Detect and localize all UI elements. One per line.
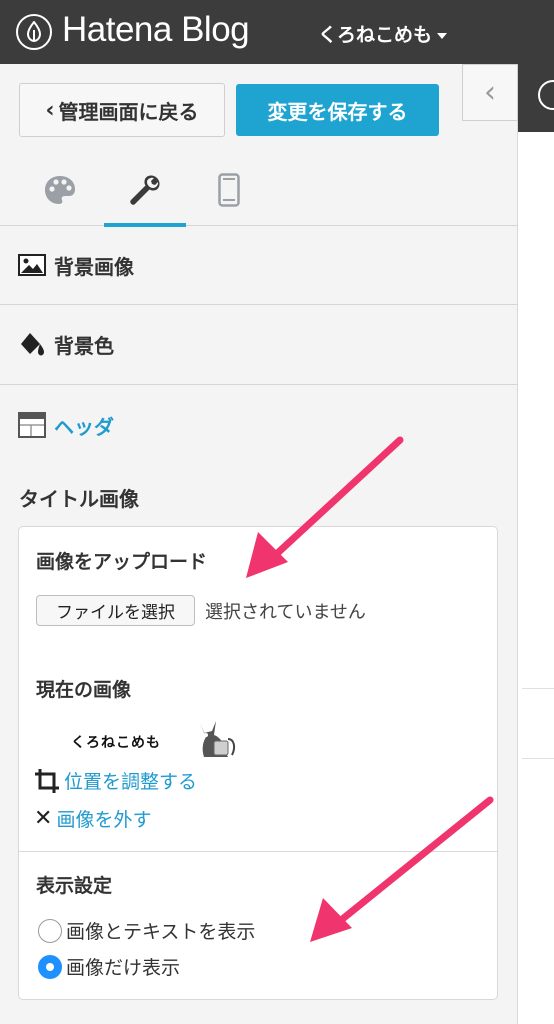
chevron-left-icon: ‹ [484,75,496,110]
choose-file-button[interactable]: ファイルを選択 [36,595,195,626]
wrench-icon [130,175,160,205]
tab-design[interactable] [28,154,92,226]
title-image-heading: タイトル画像 [19,487,139,511]
collapse-sidebar-button[interactable]: ‹ [462,64,518,121]
adjust-position-label: 位置を調整する [64,771,198,793]
current-image-heading: 現在の画像 [36,679,132,701]
section-background-color[interactable]: 背景色 [0,305,518,385]
design-tabs [0,154,518,227]
remove-image-link[interactable]: ✕ 画像を外す [34,805,151,832]
remove-image-label: 画像を外す [56,809,152,831]
blog-name: くろねこめも [318,24,433,46]
title-image-panel: 画像をアップロード ファイルを選択 選択されていません 現在の画像 くろねこめも… [18,526,498,1000]
tab-customize[interactable] [104,154,186,227]
smartphone-icon [218,173,240,207]
caret-down-icon [437,32,448,39]
option-label: 画像とテキストを表示 [66,921,256,943]
upload-heading: 画像をアップロード [36,551,208,573]
radio-checked[interactable] [38,954,62,979]
blog-preview [518,64,554,1024]
chevron-left-icon: ‹ [45,97,55,123]
palette-icon [45,176,75,204]
option-image-and-text[interactable]: 画像とテキストを表示 [38,917,255,944]
back-button-label: 管理画面に戻る [58,99,199,124]
paint-bucket-icon [21,332,44,355]
section-header[interactable]: ヘッダ [0,385,518,465]
save-changes-button[interactable]: 変更を保存する [236,84,439,136]
option-label: 画像だけ表示 [66,957,181,979]
close-icon: ✕ [34,806,53,831]
design-sidebar: ‹ 管理画面に戻る 変更を保存する 背景画像 背景色 ヘッダ タイトル画像 画像… [0,64,518,1024]
brand-name[interactable]: Hatena Blog [62,10,250,50]
cat-thumbnail-icon [200,721,236,757]
back-to-admin-button[interactable]: ‹ 管理画面に戻る [19,83,225,137]
preview-divider [522,758,554,759]
hatena-logo-icon[interactable] [16,14,52,50]
top-navigation-bar: Hatena Blog くろねこめも [0,0,554,64]
adjust-position-link[interactable]: 位置を調整する [34,767,197,794]
option-image-only[interactable]: 画像だけ表示 [38,953,180,980]
section-background-image[interactable]: 背景画像 [0,226,518,305]
blog-selector[interactable]: くろねこめも [318,20,448,47]
crop-icon [35,768,59,793]
image-icon [18,254,46,276]
current-image-thumbnail-text: くろねこめも [71,735,161,751]
panel-divider [19,851,497,852]
section-label: 背景色 [54,334,114,358]
preview-divider [522,688,554,689]
display-settings-heading: 表示設定 [36,875,113,897]
file-status-text: 選択されていません [205,602,366,623]
preview-header [518,64,554,132]
section-label: ヘッダ [54,414,114,439]
radio-unchecked[interactable] [38,918,62,943]
tab-smartphone[interactable] [204,154,254,226]
section-label: 背景画像 [54,254,134,279]
preview-logo-icon [538,80,554,110]
header-layout-icon [18,412,46,438]
